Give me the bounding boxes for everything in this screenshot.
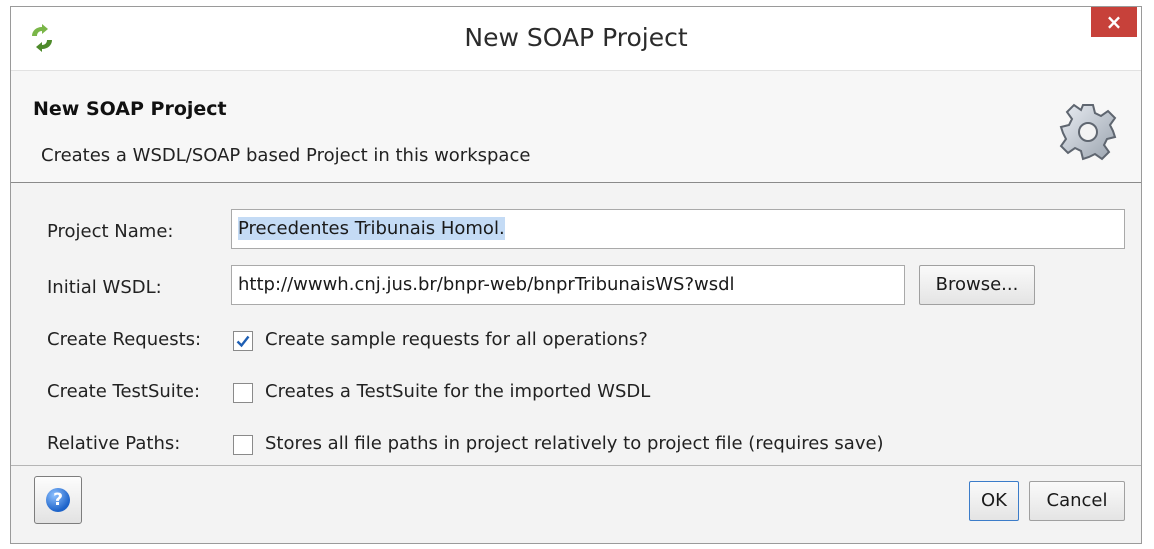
create-testsuite-label: Create TestSuite:	[47, 381, 201, 402]
initial-wsdl-input[interactable]: http://wwwh.cnj.jus.br/bnpr-web/bnprTrib…	[231, 265, 905, 305]
relative-paths-checkbox[interactable]	[233, 435, 253, 455]
create-testsuite-checkbox-label[interactable]: Creates a TestSuite for the imported WSD…	[265, 381, 650, 402]
cancel-button[interactable]: Cancel	[1029, 481, 1125, 521]
project-name-label: Project Name:	[47, 221, 174, 242]
new-soap-project-dialog: New SOAP Project × New SOAP Project Crea…	[10, 6, 1142, 544]
browse-button[interactable]: Browse...	[919, 265, 1035, 305]
dialog-header: New SOAP Project Creates a WSDL/SOAP bas…	[11, 70, 1141, 183]
create-testsuite-checkbox[interactable]	[233, 383, 253, 403]
header-title: New SOAP Project	[33, 98, 227, 120]
help-icon: ?	[46, 488, 70, 512]
initial-wsdl-value: http://wwwh.cnj.jus.br/bnpr-web/bnprTrib…	[238, 274, 735, 295]
ok-button[interactable]: OK	[969, 481, 1019, 521]
footer-divider	[11, 465, 1141, 466]
gear-icon	[1057, 101, 1119, 163]
create-requests-label: Create Requests:	[47, 329, 202, 350]
window-title: New SOAP Project	[464, 23, 688, 52]
help-button[interactable]: ?	[34, 476, 82, 524]
relative-paths-label: Relative Paths:	[47, 433, 181, 454]
header-description: Creates a WSDL/SOAP based Project in thi…	[41, 145, 531, 166]
checkmark-icon	[236, 335, 250, 348]
create-requests-checkbox-label[interactable]: Create sample requests for all operation…	[265, 329, 648, 350]
project-name-input[interactable]: Precedentes Tribunais Homol.	[231, 209, 1125, 249]
create-requests-checkbox[interactable]	[233, 331, 253, 351]
relative-paths-checkbox-label[interactable]: Stores all file paths in project relativ…	[265, 433, 884, 454]
title-bar[interactable]: New SOAP Project ×	[11, 7, 1141, 70]
project-name-value: Precedentes Tribunais Homol.	[238, 217, 505, 240]
close-button[interactable]: ×	[1091, 7, 1137, 37]
initial-wsdl-label: Initial WSDL:	[47, 277, 162, 298]
